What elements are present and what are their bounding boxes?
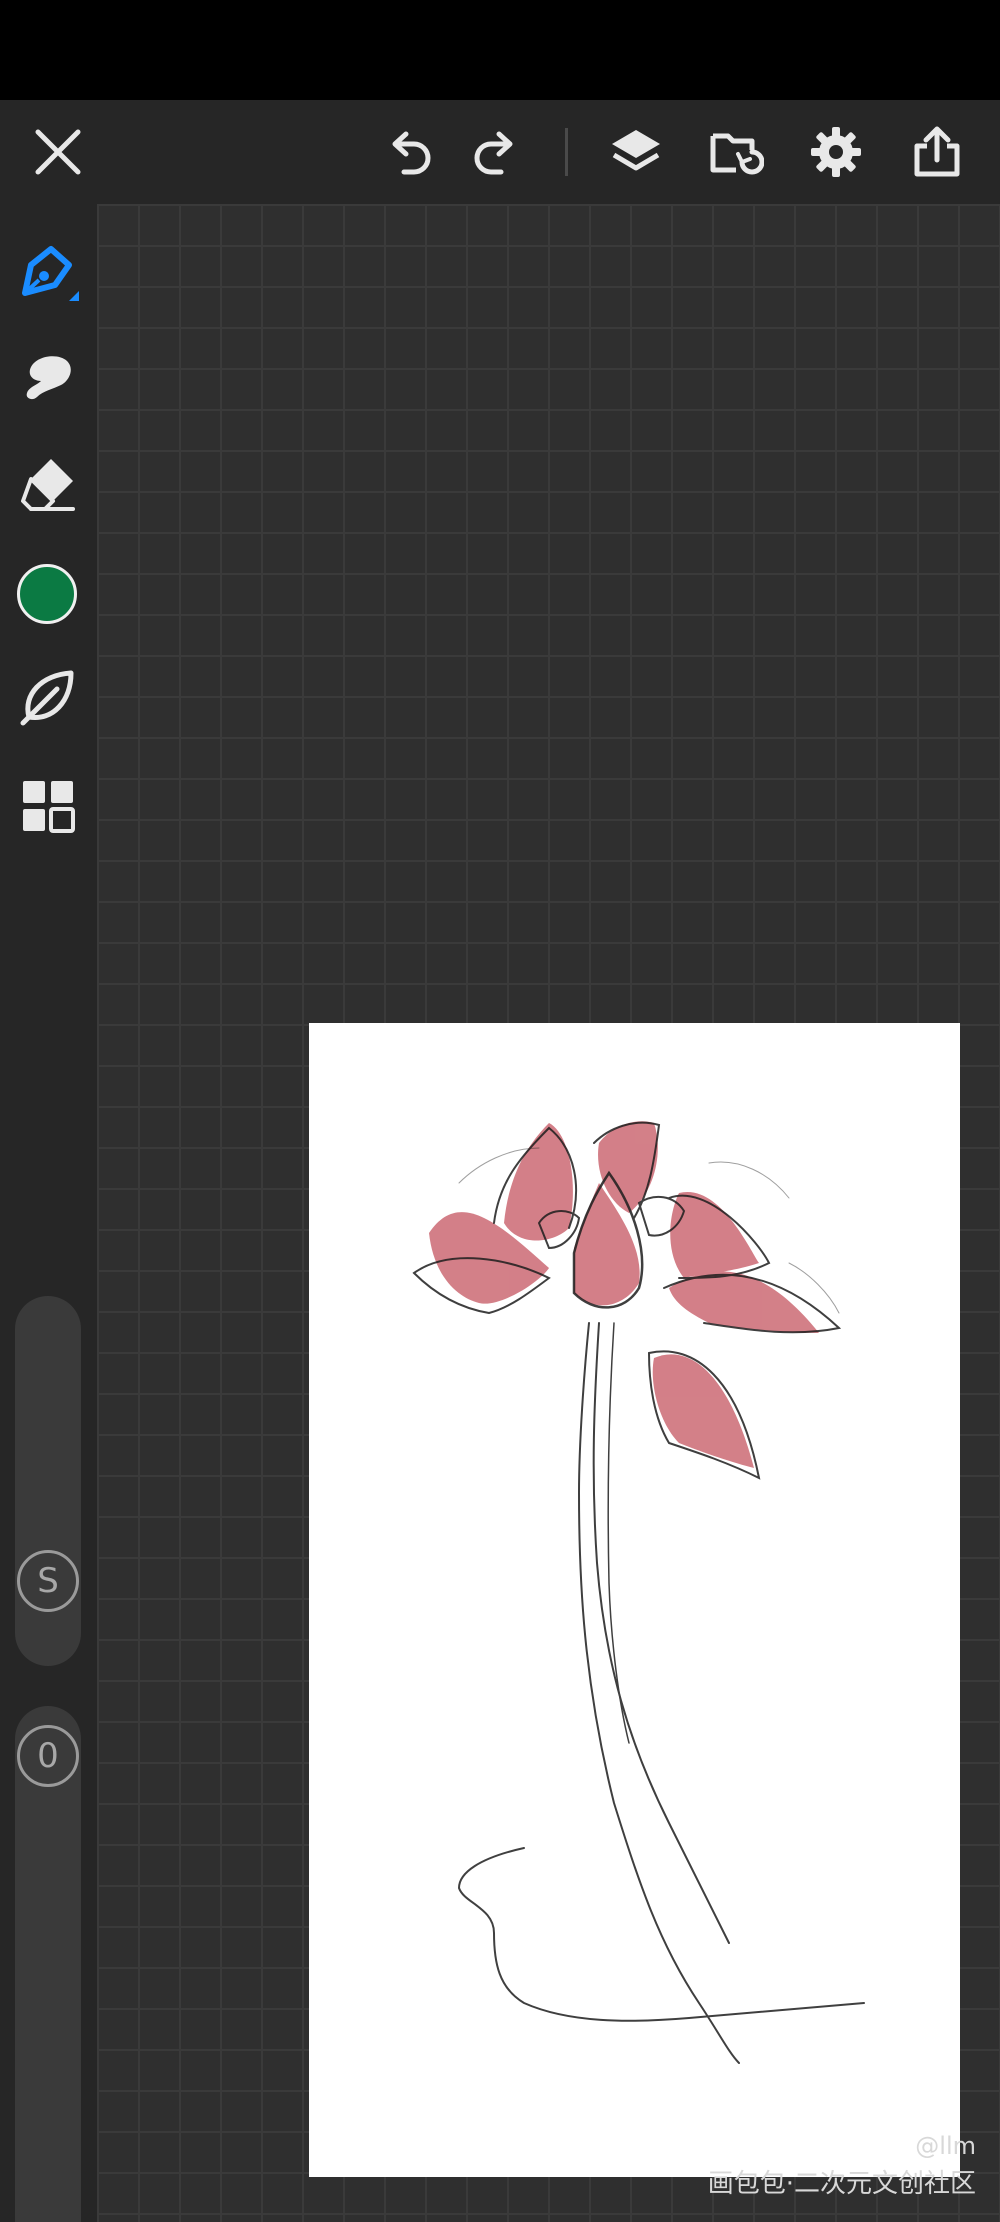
folder-import-icon [710, 133, 764, 175]
import-button[interactable] [706, 122, 766, 182]
watermark-handle: @llm [915, 2132, 976, 2160]
drawing-canvas-area[interactable] [97, 204, 1000, 2222]
toolbar-divider [565, 128, 568, 176]
brush-size-knob[interactable]: S [17, 1550, 79, 1612]
pen-icon [22, 246, 79, 301]
color-swatch[interactable] [17, 564, 77, 624]
smudge-tool-button[interactable] [14, 344, 82, 412]
close-icon [35, 129, 81, 175]
drawing-paper[interactable] [309, 1023, 960, 2177]
leaf-icon [20, 670, 74, 726]
brush-opacity-knob[interactable]: 0 [17, 1725, 79, 1787]
lotus-drawing [412, 1121, 865, 2064]
left-sidebar: S 0 [0, 204, 97, 2222]
status-bar [0, 0, 1000, 100]
undo-button[interactable] [378, 122, 438, 182]
undo-icon [392, 131, 431, 175]
eraser-tool-button[interactable] [14, 450, 82, 518]
brush-library-button[interactable] [14, 662, 82, 730]
share-button[interactable] [907, 122, 967, 182]
redo-icon [474, 131, 513, 175]
smudge-icon [26, 356, 71, 400]
gear-icon [811, 127, 861, 177]
more-tools-button[interactable] [14, 772, 82, 840]
settings-button[interactable] [806, 122, 866, 182]
top-toolbar [0, 100, 1000, 204]
brush-tool-button[interactable] [14, 240, 82, 308]
redo-button[interactable] [467, 122, 527, 182]
share-icon [914, 126, 960, 177]
grid-icon [23, 781, 75, 833]
layers-button[interactable] [606, 122, 666, 182]
eraser-icon [21, 459, 75, 511]
close-button[interactable] [28, 122, 88, 182]
watermark-site: 画包包·二次元文创社区 [707, 2169, 976, 2199]
layers-icon [612, 130, 660, 171]
